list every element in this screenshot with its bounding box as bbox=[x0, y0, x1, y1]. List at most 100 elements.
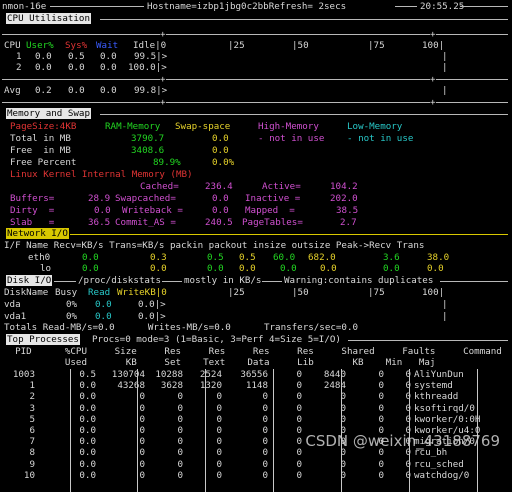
process-cpu: 0.0 bbox=[79, 447, 96, 459]
mem-free-label: Free in MB bbox=[10, 145, 71, 156]
net-packin: 0.5 bbox=[207, 252, 224, 263]
net-peak-recv: 0.0 bbox=[383, 263, 400, 274]
net-packout: 0.0 bbox=[239, 263, 256, 274]
process-shared: 2484 bbox=[323, 380, 346, 392]
mem-inactive: 202.0 bbox=[330, 193, 358, 204]
app-name: nmon-16e bbox=[2, 1, 47, 12]
cpu-col-sys: Sys% bbox=[65, 40, 88, 51]
divider bbox=[348, 340, 508, 341]
process-text: 0 bbox=[216, 402, 222, 414]
disk-write: 0.0|> bbox=[138, 299, 166, 310]
mem-col-ram: RAM-Memory bbox=[105, 121, 161, 132]
cpu-id: Avg bbox=[4, 85, 21, 96]
column-divider bbox=[137, 369, 138, 492]
cpu-col-user: User% bbox=[26, 40, 54, 51]
process-text: 0 bbox=[216, 391, 222, 403]
cpu-user: 0.2 bbox=[35, 85, 52, 96]
column-divider bbox=[70, 369, 71, 492]
process-data: 0 bbox=[262, 391, 268, 403]
process-lib: 0 bbox=[296, 436, 302, 448]
process-cpu: 0.0 bbox=[79, 413, 96, 425]
process-min: 0 bbox=[378, 391, 384, 403]
process-cpu: 0.0 bbox=[79, 391, 96, 403]
disk-scale-75: |75 bbox=[368, 287, 385, 298]
mem-active-label: Active= bbox=[262, 181, 301, 192]
process-cpu: 0.0 bbox=[79, 402, 96, 414]
process-min: 0 bbox=[378, 369, 384, 380]
net-recv: 0.0 bbox=[82, 252, 99, 263]
watermark: CSDN @weixin_43188769 bbox=[305, 432, 500, 450]
net-trans: 0.3 bbox=[150, 252, 167, 263]
cpu-id: 2 bbox=[16, 62, 22, 73]
disk-name: vda1 bbox=[4, 311, 27, 322]
process-set: 0 bbox=[177, 391, 183, 403]
process-lib: 0 bbox=[296, 425, 302, 436]
process-size: 0 bbox=[139, 436, 145, 448]
mem-active: 104.2 bbox=[330, 181, 358, 192]
process-set: 0 bbox=[177, 413, 183, 425]
disk-source: /proc/diskstats bbox=[78, 275, 161, 286]
process-size: 0 bbox=[139, 469, 145, 481]
process-data: 0 bbox=[262, 425, 268, 436]
cpu-wait: 0.0 bbox=[100, 85, 117, 96]
cpu-bar-end: | bbox=[442, 62, 448, 73]
divider bbox=[100, 19, 508, 20]
mem-slab: 36.5 bbox=[88, 217, 111, 228]
process-cpu: 0.0 bbox=[79, 380, 96, 392]
net-peak-recv: 3.6 bbox=[383, 252, 400, 263]
mem-swapcached-label: Swapcached= bbox=[115, 193, 176, 204]
mem-inactive-label: Inactive = bbox=[245, 193, 301, 204]
mem-total-low: - not in use bbox=[347, 133, 414, 144]
divider bbox=[460, 6, 508, 7]
process-min: 0 bbox=[378, 380, 384, 392]
disk-read: 0.0 bbox=[95, 311, 112, 322]
cpu-col-idle: Idle|0 bbox=[133, 40, 167, 51]
disk-col-busy: Busy bbox=[55, 287, 78, 298]
process-data: 0 bbox=[262, 413, 268, 425]
process-pid: 2 bbox=[29, 391, 35, 403]
disk-scale-50: |50 bbox=[292, 287, 309, 298]
net-iface: eth0 bbox=[28, 252, 51, 263]
hostname: Hostname=izbp1jbg0c2bbRefresh= 2secs bbox=[147, 1, 347, 12]
mem-dirty-label: Dirty = bbox=[10, 205, 55, 216]
process-text: 0 bbox=[216, 436, 222, 448]
cpu-scale-100: 100| bbox=[422, 40, 445, 51]
process-cpu: 0.0 bbox=[79, 469, 96, 481]
process-lib: 0 bbox=[296, 369, 302, 380]
cpu-idle: 99.5|> bbox=[134, 51, 168, 62]
process-cmd: AliYunDun bbox=[414, 369, 464, 380]
mem-mapped: 38.5 bbox=[336, 205, 359, 216]
cpu-sys: 0.0 bbox=[68, 85, 85, 96]
cpu-col-wait: Wait bbox=[96, 40, 119, 51]
disk-scale-100: 100| bbox=[422, 287, 445, 298]
cpu-user: 0.0 bbox=[35, 62, 52, 73]
process-cmd: systemd bbox=[414, 380, 453, 392]
mem-col-swap: Swap-space bbox=[175, 121, 231, 132]
process-data: 0 bbox=[262, 447, 268, 459]
net-header-row: I/F Name Recv=KB/s Trans=KB/s packin pac… bbox=[4, 240, 425, 251]
cpu-bar-end: | bbox=[442, 85, 448, 96]
disk-busy: 0% bbox=[66, 311, 78, 322]
disk-name: vda bbox=[4, 299, 21, 310]
process-cpu: 0.0 bbox=[79, 458, 96, 470]
process-size: 0 bbox=[139, 413, 145, 425]
mem-buffers: 28.9 bbox=[88, 193, 111, 204]
mem-commit: 240.5 bbox=[205, 217, 233, 228]
process-pid: 1 bbox=[29, 380, 35, 392]
divider bbox=[54, 281, 76, 282]
process-data: 0 bbox=[262, 402, 268, 414]
net-section-title: Network I/O bbox=[6, 228, 69, 239]
net-peak-trans: 38.0 bbox=[427, 252, 450, 263]
mem-pct-label: Free Percent bbox=[10, 157, 77, 168]
disk-units-note: mostly in KB/s bbox=[184, 275, 262, 286]
disk-scale-25: |25 bbox=[228, 287, 245, 298]
process-pid: 7 bbox=[29, 436, 35, 448]
process-min: 0 bbox=[378, 458, 384, 470]
column-divider bbox=[205, 369, 206, 492]
net-trans: 0.0 bbox=[150, 263, 167, 274]
process-cmd: kworker/0:0H bbox=[414, 413, 481, 425]
mem-free-ram: 3408.6 bbox=[131, 145, 165, 156]
disk-totals: Totals Read-MB/s=0.0 Writes-MB/s=0.0 Tra… bbox=[4, 322, 359, 333]
cpu-user: 0.0 bbox=[35, 51, 52, 62]
process-lib: 0 bbox=[296, 447, 302, 459]
